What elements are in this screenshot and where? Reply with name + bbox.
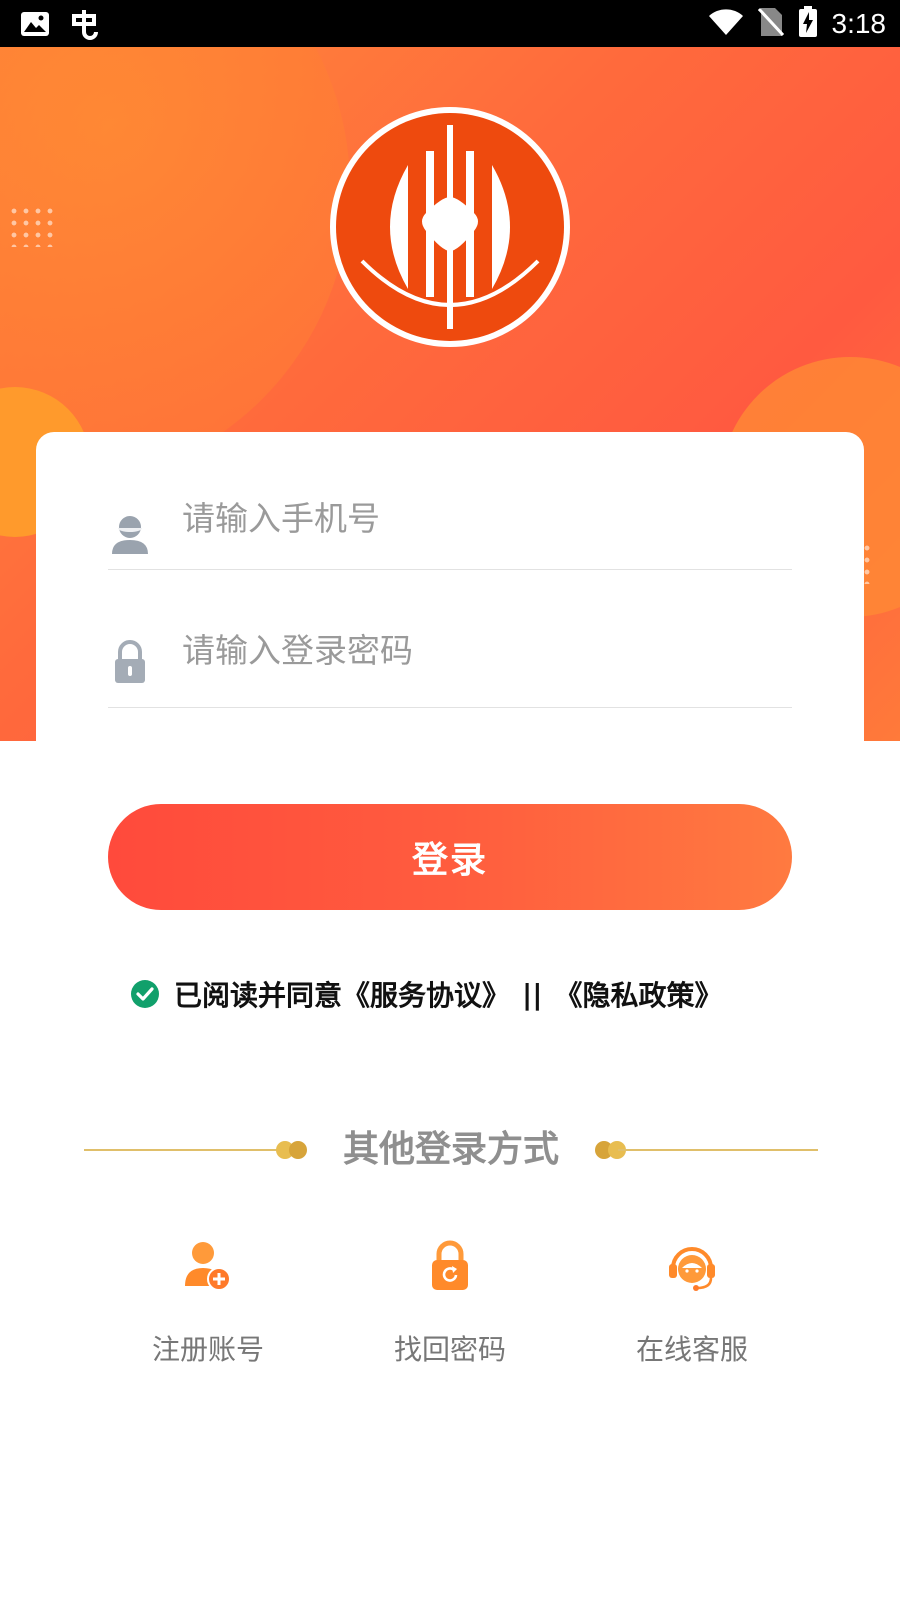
agreement-separator: || — [522, 977, 543, 1011]
phone-input[interactable] — [180, 488, 760, 548]
agreement-row: 已阅读并同意 《服务协议》 || 《隐私政策》 — [130, 972, 723, 1016]
divider-line — [618, 1149, 818, 1151]
status-bar: 3:18 — [0, 0, 900, 47]
wifi-icon — [708, 8, 744, 40]
bug-icon — [68, 8, 102, 44]
password-field — [108, 570, 792, 708]
online-service-option[interactable]: 在线客服 — [602, 1240, 782, 1380]
register-account-option[interactable]: 注册账号 — [118, 1240, 298, 1380]
recover-password-label: 找回密码 — [393, 1333, 506, 1366]
customer-service-icon — [669, 1247, 715, 1291]
lock-icon — [110, 640, 150, 688]
app-logo — [330, 107, 570, 347]
privacy-policy-link[interactable]: 《隐私政策》 — [554, 974, 722, 1014]
reset-lock-icon — [432, 1240, 468, 1290]
phone-field — [108, 432, 792, 570]
add-user-icon — [185, 1242, 231, 1291]
agreement-text: 已阅读并同意 — [174, 979, 343, 1012]
login-button[interactable]: 登录 — [108, 804, 792, 910]
bank-coin-logo-icon — [336, 113, 564, 341]
register-account-label: 注册账号 — [151, 1333, 264, 1366]
other-login-divider: 其他登录方式 — [84, 1124, 818, 1176]
status-time: 3:18 — [831, 8, 887, 39]
password-input[interactable] — [180, 620, 760, 680]
recover-password-option[interactable]: 找回密码 — [360, 1240, 540, 1380]
decor-dots — [8, 205, 58, 247]
battery-charging-icon — [798, 6, 818, 42]
login-form-card — [36, 432, 864, 752]
gallery-icon — [20, 11, 50, 41]
agreement-checkbox[interactable] — [130, 979, 160, 1009]
online-service-label: 在线客服 — [635, 1333, 748, 1366]
service-agreement-link[interactable]: 《服务协议》 — [342, 974, 510, 1014]
user-icon — [110, 514, 150, 558]
no-sim-icon — [757, 7, 784, 41]
